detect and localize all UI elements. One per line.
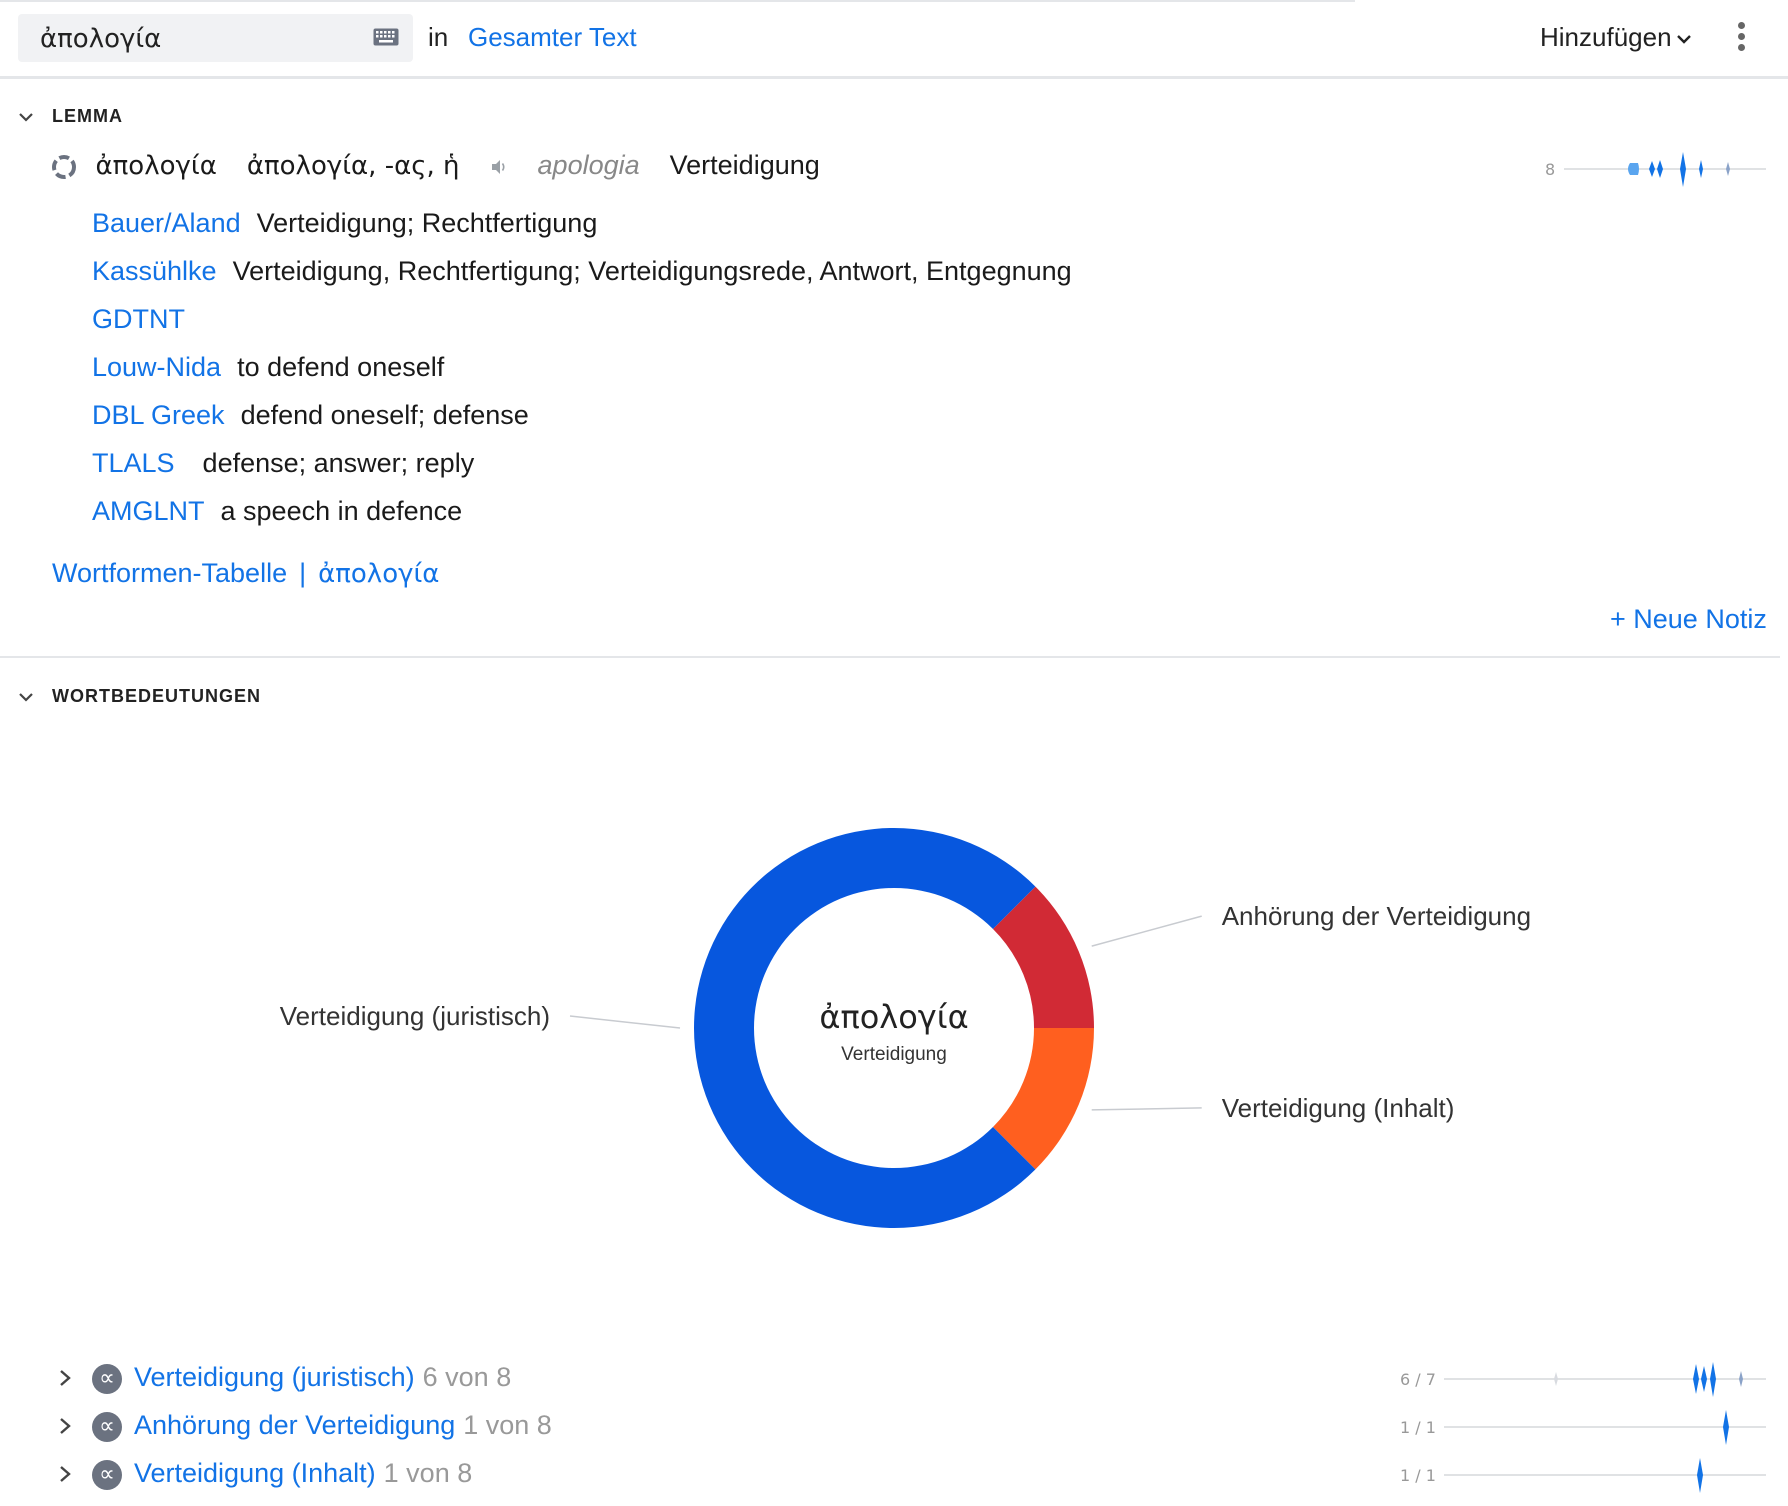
transliteration: apologia <box>537 150 640 180</box>
dict-entry: Kassühlke Verteidigung, Rechtfertigung; V… <box>92 256 1072 287</box>
headword: ἀπολογία, -ας, ἡ <box>246 151 460 181</box>
chevron-right-icon[interactable] <box>58 1411 78 1442</box>
sense-count: 6 von 8 <box>422 1362 512 1392</box>
sense-row[interactable]: ∝ Anhörung der Verteidigung 1 von 8 <box>58 1410 552 1442</box>
sense-icon: ∝ <box>92 1363 122 1394</box>
top-border <box>0 0 1355 2</box>
dict-entry: Louw-Nida to defend oneself <box>92 352 444 383</box>
donut-center-title: ἀπολογία <box>819 998 968 1036</box>
dict-source-link[interactable]: Louw-Nida <box>92 352 221 382</box>
sense-spark-count: 1 / 1 <box>1400 1418 1436 1437</box>
occurrence-sparkline[interactable] <box>1564 150 1766 190</box>
sense-sparkline[interactable] <box>1444 1408 1766 1448</box>
dict-definition: defend oneself; defense <box>240 400 529 430</box>
dict-entry: GDTNT <box>92 304 201 335</box>
senses-header-label: WORTBEDEUTUNGEN <box>52 686 261 706</box>
search-input[interactable]: ἀπολογία <box>18 14 413 62</box>
lemma[interactable]: ἀπολογία <box>96 151 217 181</box>
lemma-row: ἀπολογία ἀπολογία, -ας, ἡ apologia Verte… <box>50 150 820 181</box>
link-separator: | <box>299 558 307 588</box>
sense-icon: ∝ <box>92 1411 122 1442</box>
dict-definition: to defend oneself <box>237 352 445 382</box>
sense-sparkline[interactable] <box>1444 1360 1766 1400</box>
scope-in-label: in <box>428 22 449 52</box>
refresh-icon[interactable] <box>50 153 78 181</box>
donut-leader-line <box>569 1015 681 1029</box>
sense-sparkline[interactable] <box>1444 1456 1766 1496</box>
gloss: Verteidigung <box>669 150 820 180</box>
sense-spark-count: 6 / 7 <box>1400 1370 1436 1389</box>
donut-leader-line <box>1091 915 1202 947</box>
chevron-down-icon <box>19 693 33 702</box>
dict-definition: Verteidigung, Rechtfertigung; Verteidigu… <box>232 256 1072 286</box>
speaker-icon[interactable] <box>490 158 508 176</box>
sense-count: 1 von 8 <box>383 1458 473 1488</box>
donut-slice-label: Anhörung der Verteidigung <box>1222 901 1531 931</box>
dict-source-link[interactable]: GDTNT <box>92 304 185 334</box>
wordform-links: Wortformen-Tabelle | ἀπολογία <box>52 558 439 589</box>
sense-name-link[interactable]: Verteidigung (Inhalt) <box>134 1458 376 1488</box>
dict-source-link[interactable]: AMGLNT <box>92 496 205 526</box>
dict-entry: DBL Greek defend oneself; defense <box>92 400 529 431</box>
sense-count: 1 von 8 <box>463 1410 552 1440</box>
senses-section-header[interactable]: WORTBEDEUTUNGEN <box>18 686 261 707</box>
dict-entry: Bauer/Aland Verteidigung; Rechtfertigung <box>92 208 597 239</box>
top-bar: ἀπολογία in Gesamter Text Hinzufügen <box>0 0 1788 79</box>
dict-entry: AMGLNT a speech in defence <box>92 496 462 527</box>
dict-definition: a speech in defence <box>220 496 463 526</box>
sense-row[interactable]: ∝ Verteidigung (juristisch) 6 von 8 <box>58 1362 511 1394</box>
donut-slice-label: Verteidigung (Inhalt) <box>1222 1093 1455 1123</box>
dict-source-link[interactable]: TLALS <box>92 448 175 478</box>
new-note-button[interactable]: + Neue Notiz <box>1610 604 1767 635</box>
chevron-down-icon <box>1676 35 1691 44</box>
dict-entry: TLALS defense; answer; reply <box>92 448 474 479</box>
more-vertical-icon[interactable] <box>1730 22 1752 54</box>
dict-source-link[interactable]: Kassühlke <box>92 256 217 286</box>
sense-name-link[interactable]: Verteidigung (juristisch) <box>134 1362 415 1392</box>
dict-definition: defense; answer; reply <box>202 448 475 478</box>
occurrence-count: 8 <box>1545 160 1556 179</box>
lemma-section-header[interactable]: LEMMA <box>18 106 123 127</box>
wordform-table-link[interactable]: Wortformen-Tabelle <box>52 558 287 588</box>
chevron-right-icon[interactable] <box>58 1363 78 1394</box>
sense-name-link[interactable]: Anhörung der Verteidigung <box>134 1410 455 1440</box>
wordform-lemma-link[interactable]: ἀπολογία <box>318 559 439 589</box>
lemma-header-label: LEMMA <box>52 106 123 126</box>
sense-spark-count: 1 / 1 <box>1400 1466 1436 1485</box>
dict-source-link[interactable]: DBL Greek <box>92 400 225 430</box>
chevron-right-icon[interactable] <box>58 1459 78 1490</box>
add-button[interactable]: Hinzufügen <box>1540 22 1692 53</box>
sense-row[interactable]: ∝ Verteidigung (Inhalt) 1 von 8 <box>58 1458 472 1490</box>
section-divider <box>0 656 1780 658</box>
dict-source-link[interactable]: Bauer/Aland <box>92 208 241 238</box>
sense-icon: ∝ <box>92 1459 122 1490</box>
scope-link[interactable]: Gesamter Text <box>468 22 637 53</box>
sense-donut-chart: ἀπολογία Verteidigung Anhörung der Verte… <box>280 827 1531 1228</box>
donut-slice-label: Verteidigung (juristisch) <box>280 1001 550 1031</box>
dict-definition: Verteidigung; Rechtfertigung <box>256 208 598 238</box>
chevron-down-icon <box>19 113 33 122</box>
donut-leader-line <box>1091 1107 1202 1111</box>
donut-center-subtitle: Verteidigung <box>841 1044 947 1065</box>
search-query[interactable]: ἀπολογία <box>40 24 161 54</box>
add-button-label: Hinzufügen <box>1540 22 1672 52</box>
keyboard-icon[interactable] <box>373 28 399 46</box>
